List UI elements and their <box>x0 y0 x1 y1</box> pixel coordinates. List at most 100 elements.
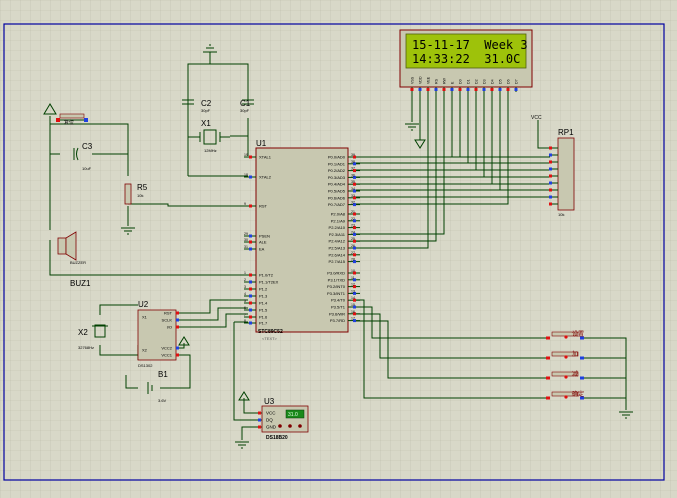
mcu-pin-marker <box>249 204 252 208</box>
lcd-pin-marker <box>434 88 438 91</box>
mcu-pin-number: 29 <box>244 232 248 236</box>
lcd-pin-marker <box>466 88 470 91</box>
rtc-pin-label: VCC2 <box>161 346 172 351</box>
rtc-pin-marker <box>176 311 179 315</box>
rtc-u2: U2 DS1302 X1 X2 RST SCLK I/O VCC2 VCC1 <box>137 300 179 368</box>
mcu-pin-label: P0.3/AD3 <box>328 175 346 180</box>
mcu-pin-marker <box>249 308 252 312</box>
temp-sensor-pin-marker <box>258 418 261 422</box>
mcu-pin-marker <box>249 315 252 319</box>
lcd-pin-label: D0 <box>459 79 463 84</box>
rtc-pin-marker <box>176 325 179 329</box>
capacitor-c3-ref: C3 <box>82 142 93 151</box>
mcu-pin-marker <box>249 273 252 277</box>
lcd-pin-label: VDD <box>419 76 423 84</box>
rtc-pin-label: VCC1 <box>161 353 172 358</box>
mcu-pin-number: 11 <box>351 276 355 280</box>
temp-sensor-pin-label: VCC <box>266 411 276 416</box>
crystal-x2-value: 32768Hz <box>78 345 94 350</box>
lcd-pin-label: RW <box>443 77 447 84</box>
push-button-indicator <box>564 375 568 379</box>
mcu-pin-label: P3.6/WR <box>329 311 345 316</box>
rtc-part: DS1302 <box>138 363 153 368</box>
push-button-pin <box>546 396 550 400</box>
mcu-pin-number: 2 <box>244 278 246 282</box>
lcd-pin-label: D7 <box>515 79 519 84</box>
mcu-pin-number: 23 <box>351 224 355 228</box>
resistor-r5-ref: R5 <box>137 183 148 192</box>
mcu-pin-label: P1.2 <box>259 287 268 292</box>
mcu-pin-marker <box>249 301 252 305</box>
mcu-pin-number: 18 <box>244 173 248 177</box>
mcu-pin-label: P1.3 <box>259 294 268 299</box>
lcd-line-1: 15-11-17 Week 3 <box>412 38 528 52</box>
capacitor-c1-ref: C1 <box>240 99 251 108</box>
temp-sensor-pin-marker <box>258 425 261 429</box>
rp1-pin-marker <box>549 160 552 164</box>
mcu-u1: U1 STC89C52 <TEXT> XTAL119XTAL218RST9PSE… <box>244 139 360 341</box>
rtc-ref: U2 <box>138 300 149 309</box>
lcd-pin-marker <box>490 88 494 91</box>
lcd-pin-marker <box>450 88 454 91</box>
mcu-pin-number: 5 <box>244 299 246 303</box>
mcu-pin-number: 36 <box>351 173 355 177</box>
mcu-pin-label: P2.0/A8 <box>331 212 346 217</box>
lcd-pin-label: D4 <box>491 79 495 84</box>
push-button-label: 设置 <box>572 330 584 338</box>
mcu-pin-label: P2.3/A11 <box>329 232 346 237</box>
buzzer-value: BUZZER <box>70 260 86 265</box>
mcu-pin-label: P1.7 <box>259 321 268 326</box>
mcu-pin-number: 30 <box>244 238 248 242</box>
crystal-x1-ref: X1 <box>201 119 211 128</box>
mcu-ref: U1 <box>256 139 267 148</box>
lcd-pin-marker <box>498 88 502 91</box>
lcd-pin-marker <box>458 88 462 91</box>
lcd-pin-marker <box>482 88 486 91</box>
lcd-pin-marker <box>506 88 510 91</box>
push-button-indicator <box>564 395 568 399</box>
mcu-pin-number: 39 <box>351 153 355 157</box>
mcu-pin-number: 10 <box>351 269 355 273</box>
mcu-pin-marker <box>249 240 252 244</box>
mcu-pin-label: P1.5 <box>259 308 268 313</box>
rtc-pin-label: X1 <box>142 315 148 320</box>
mcu-pin-number: 34 <box>351 187 355 191</box>
rtc-pin-label: X2 <box>142 348 148 353</box>
mcu-pin-label: P0.6/AD6 <box>328 195 346 200</box>
rp1-pin-marker <box>549 146 552 150</box>
mcu-pin-number: 26 <box>351 244 355 248</box>
mcu-pin-label: P1.6 <box>259 315 268 320</box>
rtc-pin-marker <box>176 346 179 350</box>
mcu-pin-label: P3.1/TXD <box>328 277 345 282</box>
mcu-pin-number: 14 <box>351 296 355 300</box>
mcu-pin-label: P3.2/INT0 <box>327 284 346 289</box>
rp1-pin-marker <box>549 202 552 206</box>
mcu-pin-number: 27 <box>351 251 355 255</box>
push-button-indicator <box>564 335 568 339</box>
mcu-pin-number: 37 <box>351 167 355 171</box>
rp1-pin-marker <box>549 188 552 192</box>
temp-sensor-reading: 31.0 <box>288 412 298 418</box>
temp-sensor-pin-marker <box>258 411 261 415</box>
mcu-pin-marker <box>249 287 252 291</box>
rp1-pin-markers <box>549 146 558 206</box>
mcu-pin-label: P2.6/A14 <box>329 252 346 257</box>
crystal-x2-ref: X2 <box>78 328 88 337</box>
lcd-pin-marker <box>474 88 478 91</box>
mcu-pin-label: P3.5/T1 <box>331 305 346 310</box>
temp-sensor-ref: U3 <box>264 397 275 406</box>
resistor-r5 <box>124 183 132 205</box>
lcd-pin-label: D5 <box>499 79 503 84</box>
mcu-pin-number: 4 <box>244 292 246 296</box>
mcu-pin-label: P1.4 <box>259 301 268 306</box>
mcu-pin-number: 21 <box>351 210 355 214</box>
mcu-pin-label: P0.0/AD0 <box>328 155 346 160</box>
mcu-pin-label: ALE <box>259 240 267 245</box>
mcu-pin-number: 15 <box>351 303 355 307</box>
mcu-pin-label: XTAL1 <box>259 155 272 160</box>
lcd-display: 15-11-17 Week 3 14:33:22 31.0C VSS VDD VEE… <box>399 29 533 92</box>
rp1-pin-marker <box>549 181 552 185</box>
mcu-pin-label: P0.5/AD5 <box>328 189 346 194</box>
battery-ref: B1 <box>158 370 168 379</box>
lcd-line-2: 14:33:22 31.0C <box>412 52 520 66</box>
